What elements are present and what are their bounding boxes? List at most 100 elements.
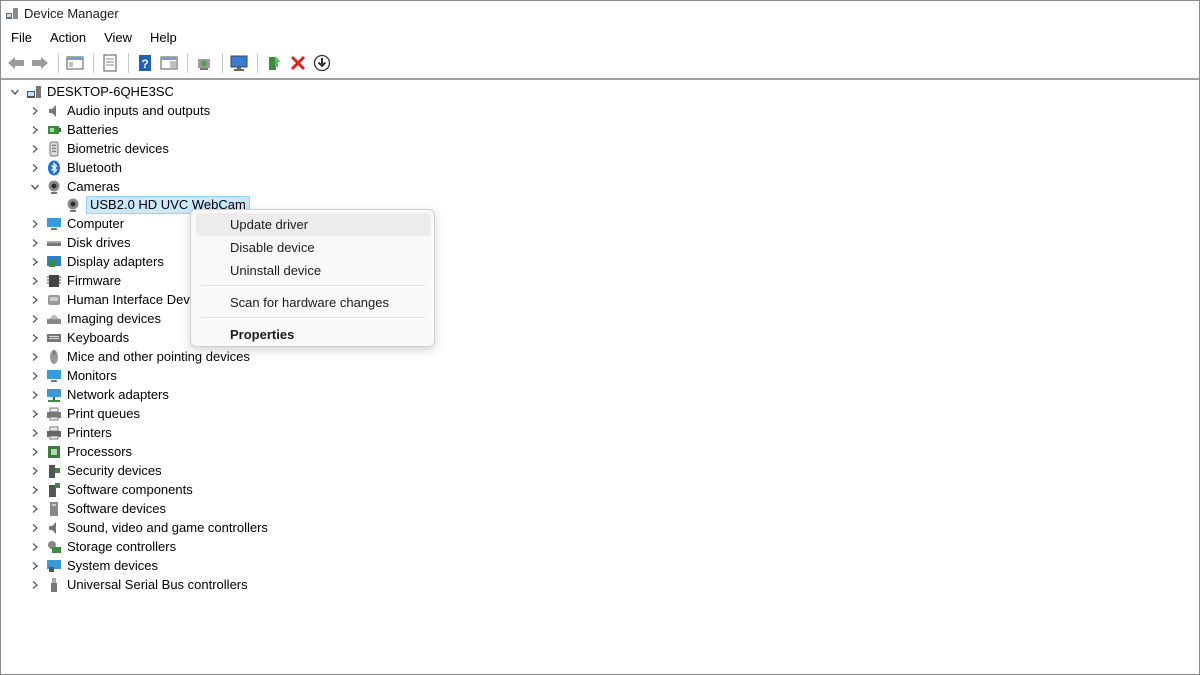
tree-category-row[interactable]: Software components [29,481,193,499]
tree-category-row[interactable]: Display adapters [29,253,164,271]
chevron-right-icon[interactable] [29,560,41,572]
menu-item-disable-device[interactable]: Disable device [196,236,431,259]
firmware-icon [46,273,62,289]
tree-category-row[interactable]: Monitors [29,367,117,385]
category-label: Mice and other pointing devices [67,349,250,364]
tree-category-row[interactable]: Audio inputs and outputs [29,102,210,120]
tree-category-row-expanded[interactable]: Cameras [29,178,120,196]
menu-help[interactable]: Help [140,30,185,45]
chevron-right-icon[interactable] [29,503,41,515]
chevron-right-icon[interactable] [29,256,41,268]
webcam-icon [65,197,81,213]
monitor-icon[interactable] [228,52,250,74]
tree-category-row[interactable]: Batteries [29,121,118,139]
device-manager-app-icon [6,7,18,19]
chevron-right-icon[interactable] [29,275,41,287]
network-icon [46,387,62,403]
scan-hardware-icon[interactable] [193,52,215,74]
tree-category-row[interactable]: Processors [29,443,132,461]
monitor-icon [46,368,62,384]
chevron-right-icon[interactable] [29,522,41,534]
chevron-right-icon[interactable] [29,237,41,249]
category-label: Firmware [67,273,122,288]
category-label: System devices [67,558,159,573]
tree-category-row[interactable]: Biometric devices [29,140,169,158]
chevron-right-icon[interactable] [29,389,41,401]
menu-item-scan-hardware[interactable]: Scan for hardware changes [196,291,431,314]
toolbar-separator [58,52,59,73]
menu-separator [201,317,426,318]
tree-category-row[interactable]: Bluetooth [29,159,122,177]
disk-drive-icon [46,235,62,251]
menu-action[interactable]: Action [40,30,94,45]
category-label: Security devices [67,463,162,478]
chevron-right-icon[interactable] [29,294,41,306]
chevron-right-icon[interactable] [29,332,41,344]
chevron-right-icon[interactable] [29,143,41,155]
tree-category-row[interactable]: Storage controllers [29,538,176,556]
action-pane-icon[interactable] [158,52,180,74]
tree-category-row[interactable]: Universal Serial Bus controllers [29,576,248,594]
tree-category-row[interactable]: Computer [29,215,124,233]
tree-category-row[interactable]: Human Interface Devices [29,291,213,309]
category-label: Processors [67,444,133,459]
chevron-right-icon[interactable] [29,218,41,230]
tree-category-row[interactable]: Mice and other pointing devices [29,348,250,366]
category-label: Sound, video and game controllers [67,520,268,535]
tree-category-row[interactable]: Security devices [29,462,162,480]
title-bar: Device Manager [1,1,1199,26]
tree-category-row[interactable]: Imaging devices [29,310,161,328]
tree-category-row[interactable]: Keyboards [29,329,129,347]
properties-sheet-icon[interactable] [99,52,121,74]
chevron-right-icon[interactable] [29,427,41,439]
category-label: Bluetooth [67,160,122,175]
uninstall-x-icon[interactable] [287,52,309,74]
chevron-right-icon[interactable] [29,484,41,496]
tree-root[interactable]: DESKTOP-6QHE3SC [9,83,174,101]
tree-category-row[interactable]: Software devices [29,500,166,518]
forward-arrow-icon[interactable] [29,52,51,74]
category-label: Imaging devices [67,311,161,326]
chevron-right-icon[interactable] [29,162,41,174]
imaging-icon [46,311,62,327]
tree-category-row[interactable]: Print queues [29,405,140,423]
help-icon[interactable]: ? [134,52,156,74]
menu-separator [201,285,426,286]
security-icon [46,463,62,479]
download-circle-icon[interactable] [311,52,333,74]
menu-file[interactable]: File [1,30,40,45]
toolbar-separator [128,52,129,73]
back-arrow-icon[interactable] [5,52,27,74]
menu-item-update-driver[interactable]: Update driver [196,213,431,236]
fingerprint-icon [46,141,62,157]
chevron-down-icon[interactable] [29,181,41,193]
chevron-right-icon[interactable] [29,105,41,117]
tree-category-row[interactable]: Printers [29,424,112,442]
tree-category-row[interactable]: System devices [29,557,158,575]
menu-bar: File Action View Help [1,26,1199,48]
chevron-down-icon[interactable] [9,86,21,98]
tree-category-row[interactable]: Sound, video and game controllers [29,519,268,537]
chevron-right-icon[interactable] [29,408,41,420]
chevron-right-icon[interactable] [29,446,41,458]
chevron-right-icon[interactable] [29,465,41,477]
chevron-right-icon[interactable] [29,124,41,136]
menu-view[interactable]: View [94,30,140,45]
category-label: Keyboards [67,330,130,345]
chevron-right-icon[interactable] [29,541,41,553]
chevron-right-icon[interactable] [29,370,41,382]
update-driver-icon[interactable] [263,52,285,74]
hid-icon [46,292,62,308]
tree-category-row[interactable]: Firmware [29,272,121,290]
menu-item-properties[interactable]: Properties [196,323,431,346]
tree-category-row[interactable]: Network adapters [29,386,169,404]
menu-item-uninstall-device[interactable]: Uninstall device [196,259,431,282]
processor-icon [46,444,62,460]
show-hide-console-tree-icon[interactable] [64,52,86,74]
chevron-right-icon[interactable] [29,351,41,363]
chevron-right-icon[interactable] [29,579,41,591]
category-label: Software components [67,482,193,497]
sound-icon [46,520,62,536]
chevron-right-icon[interactable] [29,313,41,325]
tree-category-row[interactable]: Disk drives [29,234,131,252]
